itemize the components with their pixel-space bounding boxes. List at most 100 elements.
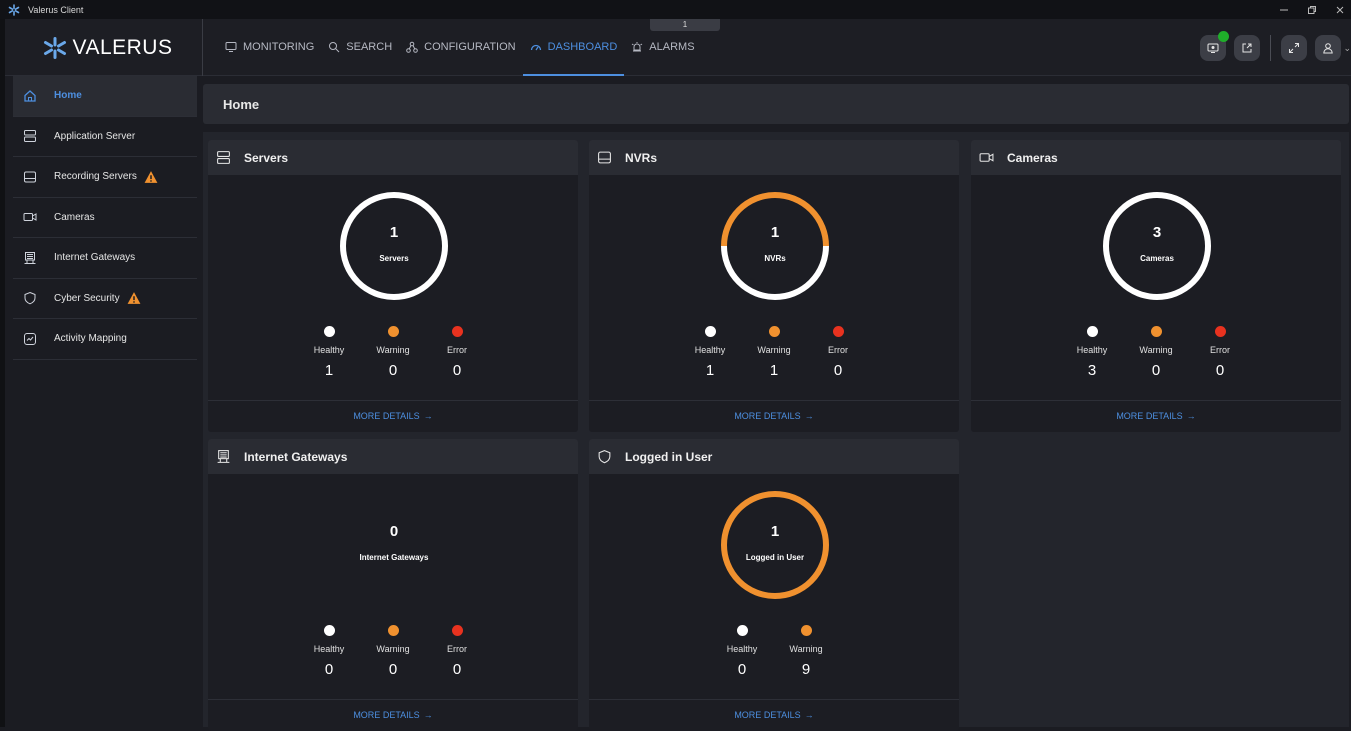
stat-value: 1 — [705, 362, 715, 379]
stat-healthy: Healthy 3 — [1071, 326, 1113, 379]
arrow-right-icon: → — [423, 709, 433, 720]
valerus-logo[interactable]: VALERUS — [13, 19, 203, 76]
sidebar-item-internet-gateways[interactable]: Internet Gateways — [13, 238, 197, 279]
page-indicator[interactable]: 1 — [650, 19, 720, 31]
export-button[interactable] — [1234, 35, 1261, 61]
page-title: Home — [203, 84, 1349, 124]
nav-search-label: SEARCH — [346, 40, 393, 53]
sidebar-item-recording-servers[interactable]: Recording Servers — [13, 157, 197, 198]
error-dot — [1214, 326, 1226, 337]
more-details-label: MORE DETAILS — [734, 410, 801, 421]
valerus-logo-icon — [43, 36, 66, 59]
stat-value: 0 — [833, 362, 843, 379]
nav-search[interactable]: SEARCH — [321, 19, 399, 76]
remote-display-icon — [1207, 43, 1219, 53]
status-ring: 1 Servers — [338, 190, 450, 302]
warning-dot — [800, 625, 812, 636]
stat-label: Warning — [376, 644, 410, 654]
stat-healthy: Healthy 0 — [721, 625, 763, 678]
minimize-button[interactable] — [1277, 3, 1291, 17]
stat-label: Warning — [757, 345, 791, 355]
fullscreen-button[interactable] — [1281, 35, 1308, 61]
status-ring: 0 Internet Gateways — [338, 489, 450, 601]
stat-label: Healthy — [313, 345, 345, 355]
ring-label: Cameras — [1140, 254, 1174, 263]
stat-value: 0 — [388, 362, 398, 379]
sidebar-item-label: Internet Gateways — [54, 252, 136, 264]
healthy-dot — [704, 326, 716, 337]
stat-error: Error 0 — [1199, 326, 1241, 379]
activity-icon — [24, 332, 36, 345]
healthy-dot — [736, 625, 748, 636]
restore-button[interactable] — [1305, 3, 1319, 17]
stat-label: Warning — [376, 345, 410, 355]
window-titlebar: Valerus Client — [0, 0, 1351, 19]
stat-label: Healthy — [313, 644, 345, 654]
status-stats: Healthy 0 Warning 9 — [589, 625, 959, 678]
sidebar-item-cyber-security[interactable]: Cyber Security — [13, 279, 197, 319]
status-stats: Healthy 1 Warning 1 Error 0 — [589, 326, 959, 379]
card-header: Internet Gateways — [208, 439, 578, 474]
more-details-link[interactable]: MORE DETAILS → — [971, 400, 1341, 430]
sidebar-item-label: Activity Mapping — [54, 333, 127, 345]
sidebar-item-activity-mapping[interactable]: Activity Mapping — [13, 319, 197, 360]
stat-value: 0 — [324, 661, 334, 678]
nav-monitoring-label: MONITORING — [243, 40, 315, 53]
stat-value: 0 — [1215, 362, 1225, 379]
card-title: Logged in User — [625, 449, 713, 464]
gateway-icon — [24, 251, 36, 264]
arrow-right-icon: → — [423, 410, 433, 421]
stat-error: Error 0 — [436, 625, 478, 678]
more-details-label: MORE DETAILS — [353, 709, 420, 720]
ring-chart — [340, 192, 448, 300]
warning-dot — [1150, 326, 1162, 337]
user-menu-button[interactable] — [1315, 35, 1342, 61]
monitor-icon — [225, 41, 237, 52]
healthy-dot — [323, 326, 335, 337]
nav-dashboard[interactable]: DASHBOARD — [522, 19, 625, 76]
close-button[interactable] — [1333, 3, 1347, 17]
status-stats: Healthy 1 Warning 0 Error 0 — [208, 326, 578, 379]
more-details-label: MORE DETAILS — [1116, 410, 1183, 421]
server-icon — [24, 130, 36, 143]
warning-dot — [768, 326, 780, 337]
more-details-link[interactable]: MORE DETAILS → — [208, 400, 578, 430]
ring-label: Logged in User — [745, 553, 805, 562]
more-details-link[interactable]: MORE DETAILS → — [589, 699, 959, 729]
more-details-link[interactable]: MORE DETAILS → — [589, 400, 959, 430]
card-title: Servers — [244, 150, 289, 165]
more-details-link[interactable]: MORE DETAILS → — [208, 699, 578, 729]
stat-label: Healthy — [694, 345, 726, 355]
stat-label: Warning — [1139, 345, 1173, 355]
nav-dashboard-label: DASHBOARD — [547, 40, 618, 53]
stat-label: Error — [447, 345, 467, 355]
sidebar-item-label: Home — [54, 90, 82, 102]
nav-configuration[interactable]: CONFIGURATION — [399, 19, 522, 76]
status-stats: Healthy 0 Warning 0 Error 0 — [208, 625, 578, 678]
sidebar-item-cameras[interactable]: Cameras — [13, 198, 197, 238]
close-icon — [1336, 6, 1344, 13]
export-icon — [1242, 43, 1252, 53]
warning-dot — [387, 625, 399, 636]
camera-icon — [979, 153, 994, 162]
healthy-dot — [323, 625, 335, 636]
error-dot — [451, 326, 463, 337]
status-ring: 3 Cameras — [1101, 190, 1213, 302]
home-icon — [24, 89, 36, 102]
warning-icon — [144, 170, 158, 183]
stat-warning: Warning 0 — [1135, 326, 1177, 379]
remote-display-button[interactable] — [1200, 31, 1230, 61]
card-title: NVRs — [625, 150, 658, 165]
sidebar-item-application-server[interactable]: Application Server — [13, 117, 197, 157]
status-ring: 1 Logged in User — [719, 489, 831, 601]
chevron-down-icon[interactable]: ⌄ — [1343, 43, 1351, 54]
stat-error: Error 0 — [817, 326, 859, 379]
nav-monitoring[interactable]: MONITORING — [218, 19, 321, 76]
card-header: Servers — [208, 140, 578, 175]
sidebar-item-home[interactable]: Home — [13, 76, 197, 117]
more-details-label: MORE DETAILS — [353, 410, 420, 421]
stat-label: Error — [447, 644, 467, 654]
stat-value: 0 — [1151, 362, 1161, 379]
stat-warning: Warning 0 — [372, 625, 414, 678]
stat-warning: Warning 9 — [785, 625, 827, 678]
